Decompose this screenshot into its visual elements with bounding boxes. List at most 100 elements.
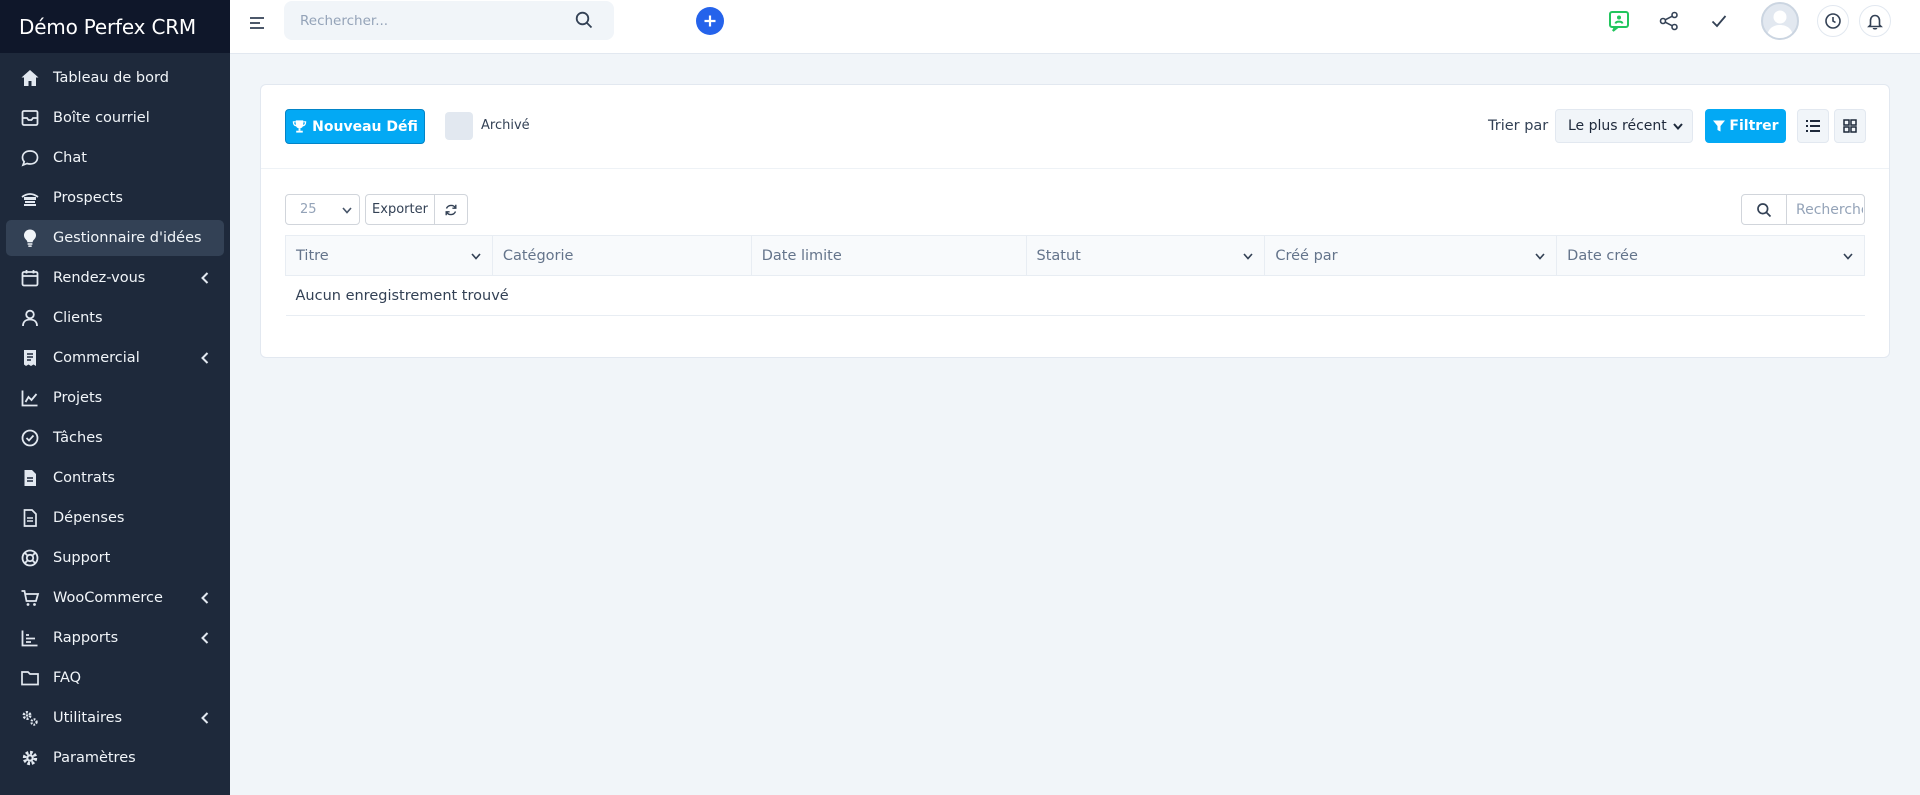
home-icon bbox=[19, 67, 41, 89]
sidebar-item-utilitaires[interactable]: Utilitaires bbox=[6, 700, 224, 736]
sort-select[interactable]: Le plus récent bbox=[1555, 109, 1693, 143]
sidebar-item-chat[interactable]: Chat bbox=[6, 140, 224, 176]
column-header-cree-par[interactable]: Créé par bbox=[1264, 235, 1558, 276]
sidebar-item-contrats[interactable]: Contrats bbox=[6, 460, 224, 496]
sidebar-item-parametres[interactable]: Paramètres bbox=[6, 740, 224, 776]
table-search-input[interactable] bbox=[1787, 195, 1863, 224]
hamburger-menu-icon[interactable] bbox=[246, 12, 268, 34]
sidebar-item-rapports[interactable]: Rapports bbox=[6, 620, 224, 656]
page-size-select[interactable]: 25 bbox=[285, 194, 360, 225]
sidebar-item-label: Dépenses bbox=[53, 510, 125, 526]
search-input[interactable] bbox=[284, 12, 564, 29]
expense-icon bbox=[19, 507, 41, 529]
filter-label: Filtrer bbox=[1729, 118, 1779, 134]
export-button[interactable]: Exporter bbox=[365, 194, 435, 225]
folder-icon bbox=[19, 667, 41, 689]
chevron-left-icon bbox=[201, 592, 209, 604]
column-header-titre[interactable]: Titre bbox=[285, 235, 493, 276]
list-view-button[interactable] bbox=[1797, 109, 1829, 143]
chevron-down-icon bbox=[1535, 253, 1545, 260]
notifications-button[interactable] bbox=[1859, 5, 1891, 37]
table-header-row: Titre Catégorie Date limite Statut Créé … bbox=[285, 235, 1865, 276]
table-controls: 25 Exporter bbox=[261, 169, 1889, 235]
sidebar-item-depenses[interactable]: Dépenses bbox=[6, 500, 224, 536]
archive-toggle[interactable] bbox=[445, 112, 473, 140]
search-icon[interactable] bbox=[1742, 195, 1787, 224]
grid-view-button[interactable] bbox=[1834, 109, 1866, 143]
brand-title[interactable]: Démo Perfex CRM bbox=[0, 0, 230, 53]
search-icon[interactable] bbox=[574, 10, 594, 30]
column-header-date-limite[interactable]: Date limite bbox=[750, 235, 1027, 276]
sidebar-item-commercial[interactable]: Commercial bbox=[6, 340, 224, 376]
mail-icon bbox=[19, 107, 41, 129]
archive-label: Archivé bbox=[481, 118, 530, 133]
table-search bbox=[1741, 194, 1865, 225]
sidebar-item-taches[interactable]: Tâches bbox=[6, 420, 224, 456]
list-icon bbox=[1806, 120, 1820, 132]
plus-icon bbox=[704, 15, 716, 27]
sidebar-item-faq[interactable]: FAQ bbox=[6, 660, 224, 696]
sidebar-item-woocommerce[interactable]: WooCommerce bbox=[6, 580, 224, 616]
sidebar-item-label: Utilitaires bbox=[53, 710, 123, 726]
sidebar-item-label: WooCommerce bbox=[53, 590, 163, 606]
global-search bbox=[284, 1, 614, 40]
sidebar-item-label: Tableau de bord bbox=[53, 70, 169, 86]
trophy-icon bbox=[292, 120, 307, 133]
panel-toolbar: Nouveau Défi Archivé Trier par Le plus r… bbox=[261, 85, 1889, 169]
page-size-value: 25 bbox=[300, 202, 317, 217]
clock-icon bbox=[1825, 13, 1841, 29]
sidebar-item-projets[interactable]: Projets bbox=[6, 380, 224, 416]
grid-icon bbox=[1843, 119, 1857, 133]
topbar bbox=[230, 0, 1920, 54]
check-circle-icon bbox=[19, 427, 41, 449]
sidebar-item-gestionnaire-idees[interactable]: Gestionnaire d'idées bbox=[6, 220, 224, 256]
chevron-down-icon bbox=[1673, 123, 1683, 131]
chart-icon bbox=[19, 387, 41, 409]
timer-button[interactable] bbox=[1817, 5, 1849, 37]
sidebar: Démo Perfex CRM Tableau de bord Boîte co… bbox=[0, 0, 230, 795]
sidebar-item-boite-courriel[interactable]: Boîte courriel bbox=[6, 100, 224, 136]
empty-table-message: Aucun enregistrement trouvé bbox=[285, 275, 1865, 316]
quick-create-button[interactable] bbox=[696, 7, 724, 35]
lifebuoy-icon bbox=[19, 547, 41, 569]
sidebar-item-clients[interactable]: Clients bbox=[6, 300, 224, 336]
share-icon[interactable] bbox=[1657, 9, 1681, 33]
column-header-date-creee[interactable]: Date crée bbox=[1556, 235, 1865, 276]
sort-label: Trier par bbox=[1488, 118, 1549, 134]
sidebar-item-support[interactable]: Support bbox=[6, 540, 224, 576]
new-challenge-button[interactable]: Nouveau Défi bbox=[285, 109, 425, 144]
chevron-down-icon bbox=[342, 207, 352, 214]
prospects-icon bbox=[19, 187, 41, 209]
sidebar-item-tableau-de-bord[interactable]: Tableau de bord bbox=[6, 60, 224, 96]
sidebar-item-label: Commercial bbox=[53, 350, 140, 366]
announcement-icon[interactable] bbox=[1607, 9, 1631, 33]
refresh-icon bbox=[445, 204, 457, 215]
bell-icon bbox=[1867, 14, 1883, 30]
ideas-panel: Nouveau Défi Archivé Trier par Le plus r… bbox=[260, 84, 1890, 358]
avatar[interactable] bbox=[1761, 2, 1799, 40]
sidebar-item-label: Paramètres bbox=[53, 750, 136, 766]
user-avatar-icon bbox=[1767, 10, 1793, 38]
sidebar-item-label: Chat bbox=[53, 150, 87, 166]
column-header-statut[interactable]: Statut bbox=[1025, 235, 1266, 276]
contract-icon bbox=[19, 467, 41, 489]
chevron-down-icon bbox=[1843, 253, 1853, 260]
column-header-categorie[interactable]: Catégorie bbox=[491, 235, 752, 276]
sidebar-item-rendez-vous[interactable]: Rendez-vous bbox=[6, 260, 224, 296]
sidebar-item-label: Support bbox=[53, 550, 111, 566]
refresh-button[interactable] bbox=[435, 194, 468, 225]
sidebar-item-label: Rendez-vous bbox=[53, 270, 146, 286]
checkmark-icon[interactable] bbox=[1707, 9, 1731, 33]
sidebar-item-label: Prospects bbox=[53, 190, 123, 206]
sidebar-item-label: FAQ bbox=[53, 670, 82, 686]
chevron-left-icon bbox=[201, 352, 209, 364]
sidebar-item-label: Gestionnaire d'idées bbox=[53, 230, 202, 246]
chat-icon bbox=[19, 147, 41, 169]
chevron-down-icon bbox=[1243, 253, 1253, 260]
sidebar-item-prospects[interactable]: Prospects bbox=[6, 180, 224, 216]
receipt-icon bbox=[19, 347, 41, 369]
sidebar-item-label: Boîte courriel bbox=[53, 110, 150, 126]
chevron-down-icon bbox=[471, 253, 481, 260]
cart-icon bbox=[19, 587, 41, 609]
filter-button[interactable]: Filtrer bbox=[1705, 109, 1786, 143]
